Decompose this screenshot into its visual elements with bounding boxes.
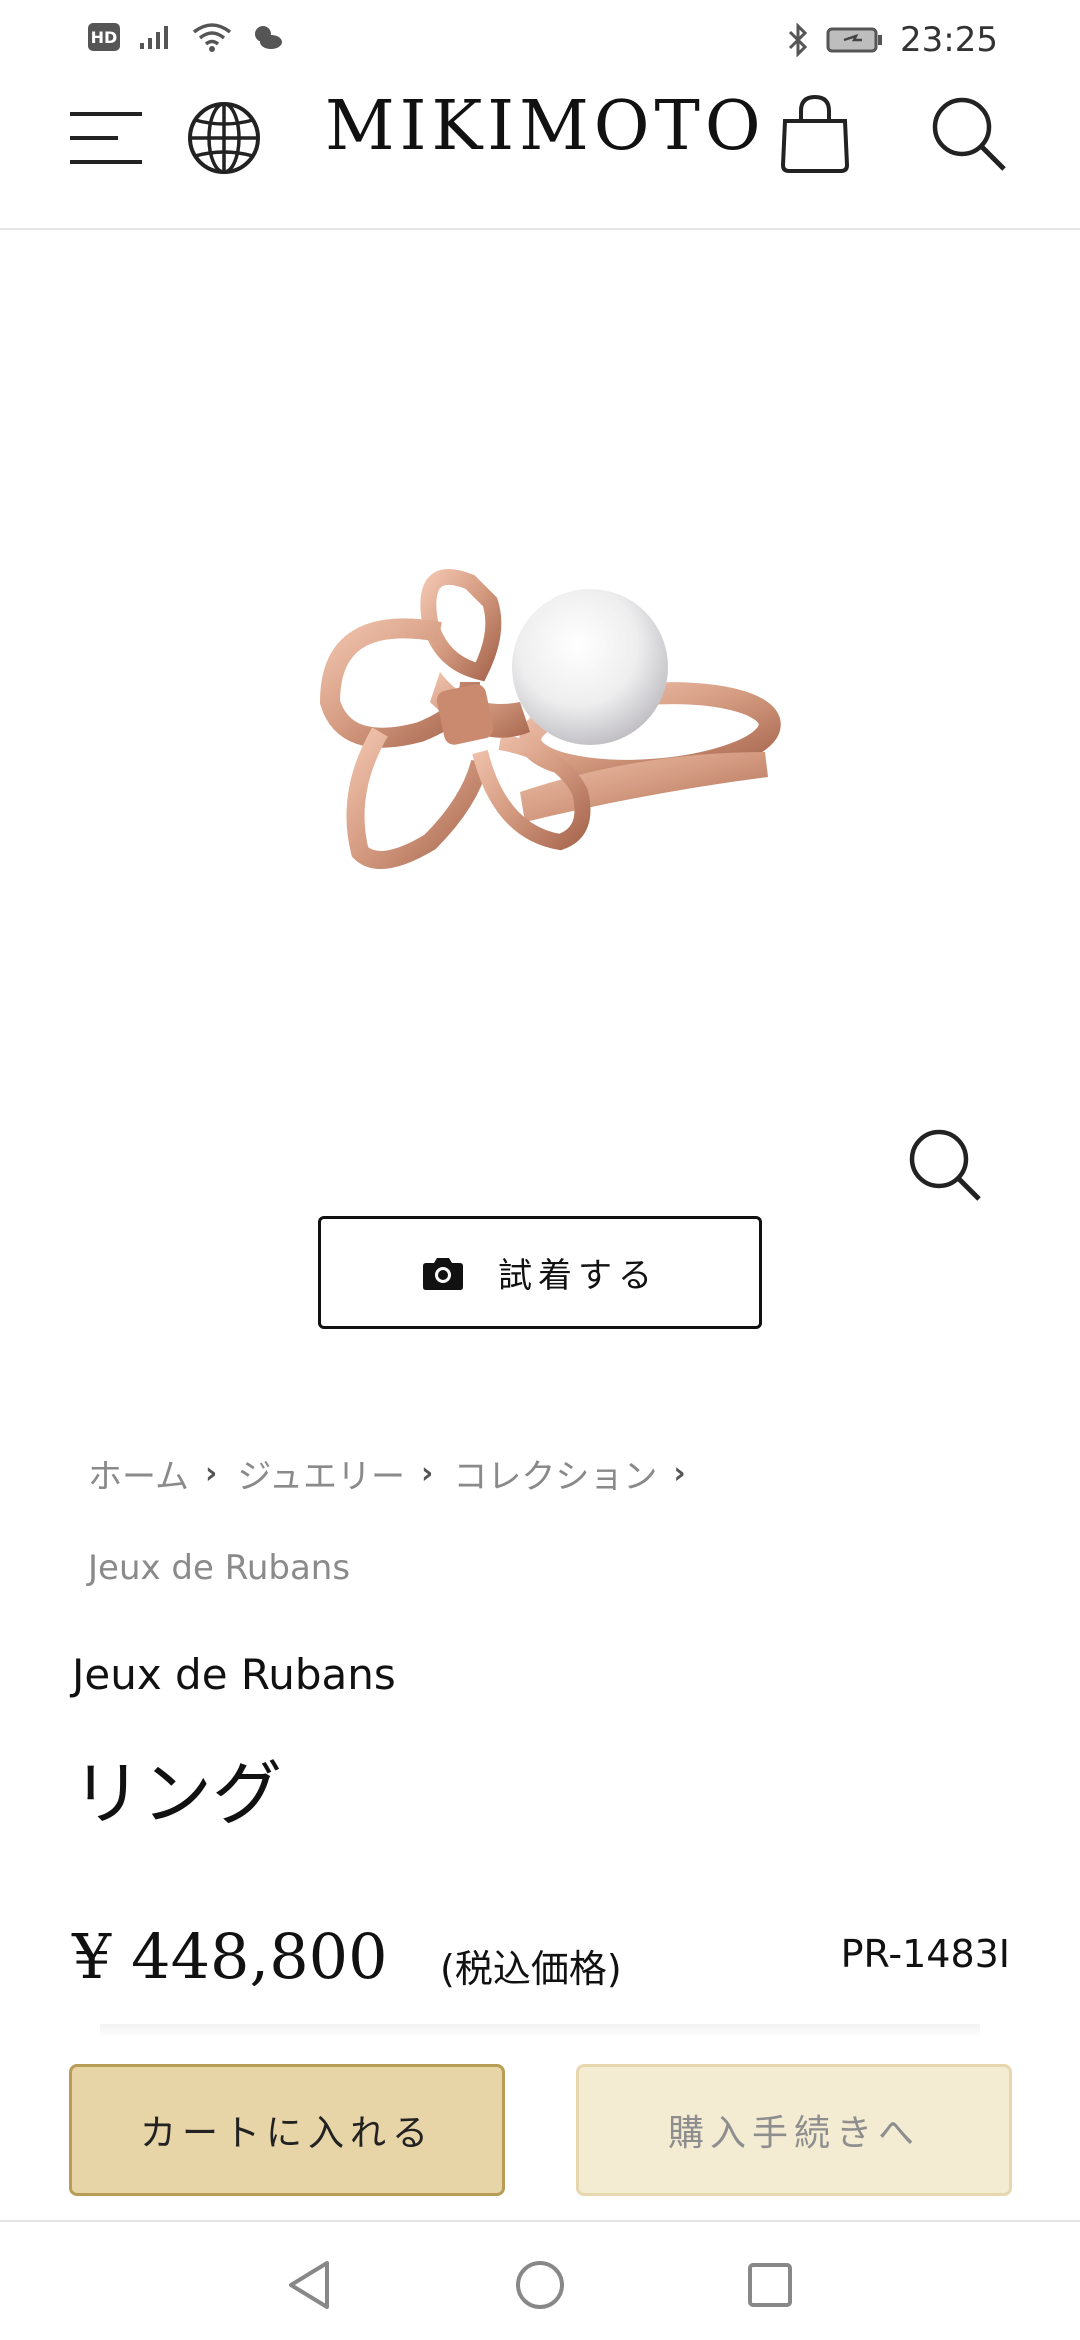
weather-icon (255, 26, 282, 49)
shopping-bag-icon (780, 94, 850, 173)
menu-icon (70, 112, 142, 164)
zoom-icon (909, 1129, 981, 1201)
try-on-button[interactable]: 試着する (318, 1216, 762, 1329)
breadcrumb: ホーム › ジュエリー › コレクション › (88, 1448, 1008, 1498)
system-nav-bar (0, 2220, 1080, 2340)
breadcrumb-home[interactable]: ホーム (88, 1449, 189, 1498)
menu-button[interactable] (66, 88, 146, 188)
chevron-right-icon: › (420, 1455, 434, 1491)
status-time: 23:25 (900, 20, 998, 60)
back-button[interactable] (264, 2240, 354, 2330)
cart-button[interactable] (770, 82, 860, 186)
recents-square-icon (748, 2263, 792, 2307)
zoom-button[interactable] (900, 1120, 990, 1210)
hd-badge: HD (88, 23, 120, 51)
home-button[interactable] (495, 2240, 585, 2330)
status-bar: HD 23:25 (0, 0, 1080, 78)
home-circle-icon (516, 2261, 564, 2309)
wifi-icon (192, 23, 232, 52)
divider (100, 2024, 980, 2038)
breadcrumb-jewelry[interactable]: ジュエリー (237, 1449, 405, 1498)
recents-button[interactable] (725, 2240, 815, 2330)
search-icon (932, 97, 1006, 171)
breadcrumb-collection[interactable]: コレクション (453, 1449, 657, 1498)
pearl-ring-image (319, 569, 781, 869)
tax-note: (税込価格) (440, 1947, 622, 1991)
add-to-cart-button[interactable]: カートに入れる (69, 2064, 505, 2196)
chevron-right-icon: › (673, 1455, 686, 1491)
try-on-label: 試着する (498, 1256, 658, 1296)
battery-icon (826, 27, 883, 53)
search-button[interactable] (924, 84, 1014, 184)
chevron-right-icon: › (204, 1455, 218, 1491)
breadcrumb-current[interactable]: Jeux de Rubans (88, 1548, 350, 1588)
bluetooth-icon (788, 23, 808, 57)
language-button[interactable] (182, 88, 266, 188)
product-price: ¥ 448,800 (72, 1920, 388, 1993)
collection-name: Jeux de Rubans (72, 1650, 396, 1699)
product-image[interactable] (0, 232, 1080, 1172)
signal-icon (140, 26, 168, 49)
product-title: リング (72, 1753, 282, 1835)
back-triangle-icon (289, 2261, 329, 2309)
brand-logo[interactable]: MIKIMOTO (325, 78, 766, 166)
site-header: MIKIMOTO (0, 78, 1080, 230)
globe-icon (188, 102, 260, 174)
product-sku: PR-1483I (840, 1932, 1010, 1976)
camera-icon (423, 1257, 463, 1290)
checkout-button[interactable]: 購入手続きへ (576, 2064, 1012, 2196)
